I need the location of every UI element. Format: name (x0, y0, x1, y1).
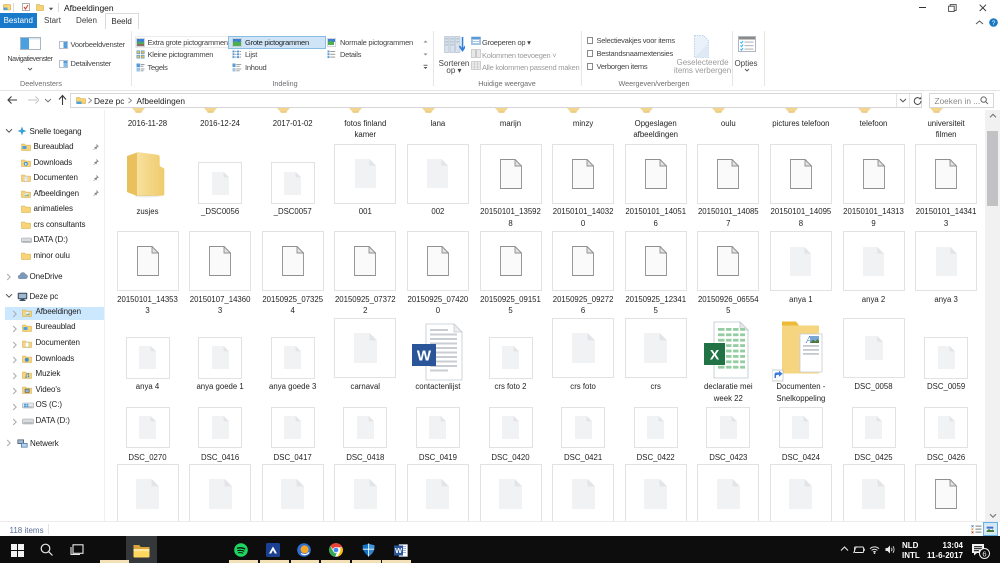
svg-text:X: X (710, 347, 720, 363)
svg-text:W: W (394, 546, 402, 555)
svg-text:?: ? (991, 20, 995, 27)
svg-text:6: 6 (982, 550, 986, 559)
svg-text:W: W (417, 348, 432, 365)
